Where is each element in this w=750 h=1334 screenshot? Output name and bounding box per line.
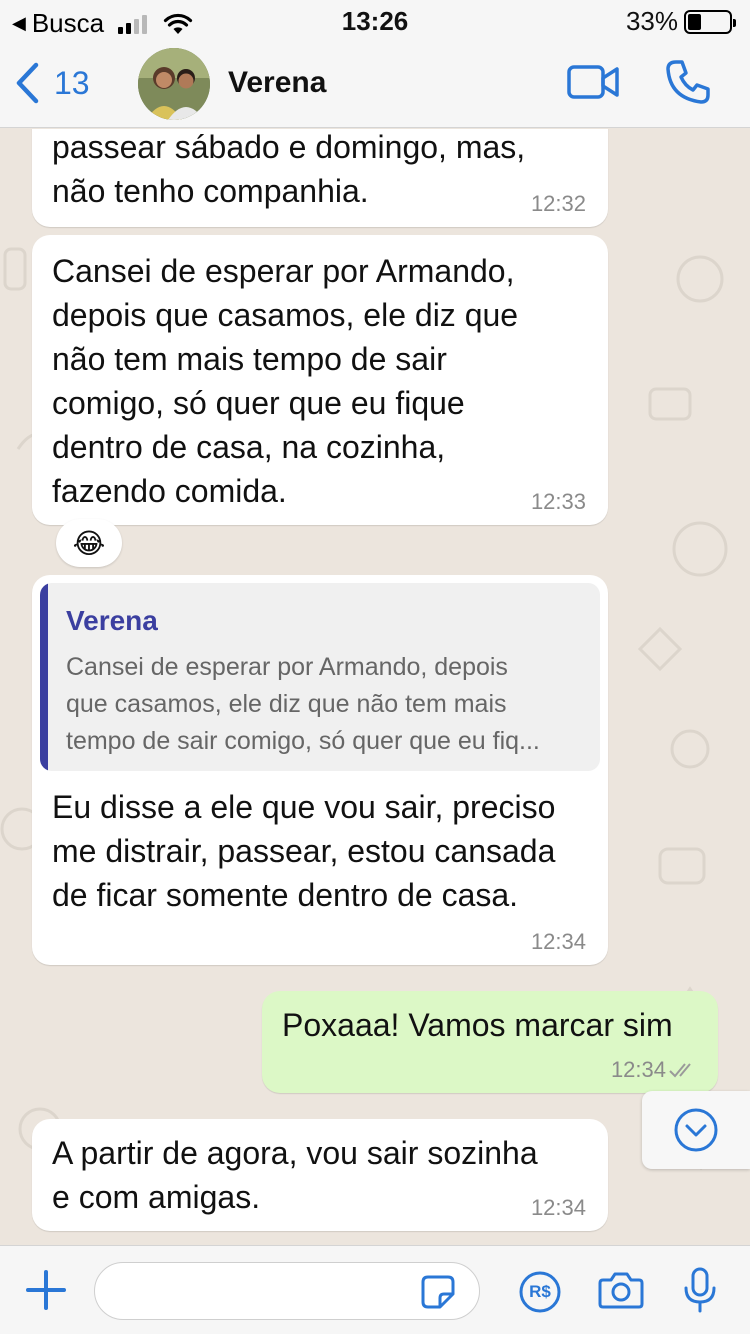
chevron-left-icon bbox=[16, 62, 39, 104]
message-bubble-incoming[interactable]: passear sábado e domingo, mas, não tenho… bbox=[32, 129, 608, 227]
quoted-line: tempo de sair comigo, só quer que eu fiq… bbox=[66, 727, 540, 755]
read-checkmarks-icon bbox=[669, 1063, 691, 1078]
message-line: passear sábado e domingo, mas, bbox=[52, 129, 526, 165]
message-line: comigo, só quer que eu fique bbox=[52, 385, 465, 421]
message-bubble-outgoing[interactable]: Poxaaa! Vamos marcar sim 12:34 bbox=[262, 991, 718, 1093]
video-call-icon[interactable] bbox=[566, 62, 620, 102]
scroll-to-bottom-button[interactable] bbox=[642, 1091, 750, 1169]
message-time: 12:34 bbox=[530, 1195, 586, 1220]
message-line: não tenho companhia. bbox=[52, 173, 369, 209]
quoted-author: Verena bbox=[66, 605, 158, 636]
avatar[interactable] bbox=[138, 48, 210, 120]
battery-icon bbox=[684, 9, 736, 34]
message-time: 12:34 bbox=[610, 1057, 666, 1082]
reaction-emoji[interactable]: 😂 bbox=[56, 519, 122, 567]
message-line: me distrair, passear, estou cansada bbox=[52, 833, 556, 869]
message-line: fazendo comida. bbox=[52, 473, 287, 509]
message-line: de ficar somente dentro de casa. bbox=[52, 877, 519, 913]
message-line: Cansei de esperar por Armando, bbox=[52, 253, 515, 289]
quote-accent-bar bbox=[40, 583, 48, 771]
chat-area[interactable]: passear sábado e domingo, mas, não tenho… bbox=[0, 129, 750, 1245]
message-bubble-incoming[interactable]: Verena Cansei de esperar por Armando, de… bbox=[32, 575, 608, 965]
quoted-message[interactable]: Verena Cansei de esperar por Armando, de… bbox=[40, 583, 600, 771]
message-time: 12:33 bbox=[530, 489, 586, 514]
message-line: A partir de agora, vou sair sozinha bbox=[52, 1135, 538, 1171]
message-line: e com amigas. bbox=[52, 1179, 261, 1215]
message-line: não tem mais tempo de sair bbox=[52, 341, 447, 377]
chevron-down-circle-icon bbox=[674, 1108, 718, 1152]
battery-percent: 33% bbox=[625, 6, 678, 36]
phone-icon[interactable] bbox=[664, 58, 712, 106]
message-time: 12:34 bbox=[530, 929, 586, 954]
message-line: Poxaaa! Vamos marcar sim bbox=[282, 1007, 673, 1043]
plus-icon[interactable] bbox=[24, 1268, 68, 1312]
back-button[interactable]: 13 bbox=[14, 62, 90, 104]
status-bar: ◀ Busca 13:26 33% bbox=[0, 0, 750, 40]
chat-header: 13 Verena bbox=[0, 40, 750, 128]
message-line: dentro de casa, na cozinha, bbox=[52, 429, 446, 465]
contact-name[interactable]: Verena bbox=[228, 66, 326, 100]
message-input-bar: R$ bbox=[0, 1245, 750, 1334]
message-bubble-incoming[interactable]: A partir de agora, vou sair sozinha e co… bbox=[32, 1119, 608, 1231]
camera-icon[interactable] bbox=[598, 1270, 644, 1310]
message-bubble-incoming[interactable]: Cansei de esperar por Armando, depois qu… bbox=[32, 235, 608, 525]
message-time: 12:32 bbox=[530, 191, 586, 216]
sticker-icon[interactable] bbox=[420, 1274, 456, 1310]
microphone-icon[interactable] bbox=[682, 1266, 718, 1314]
quoted-line: Cansei de esperar por Armando, depois bbox=[66, 653, 508, 681]
message-line: depois que casamos, ele diz que bbox=[52, 297, 519, 333]
message-line: Eu disse a ele que vou sair, preciso bbox=[52, 789, 556, 825]
payment-button[interactable]: R$ bbox=[518, 1270, 562, 1319]
payment-label: R$ bbox=[529, 1282, 551, 1301]
unread-count: 13 bbox=[54, 64, 90, 101]
quoted-line: que casamos, ele diz que não tem mais bbox=[66, 690, 507, 718]
